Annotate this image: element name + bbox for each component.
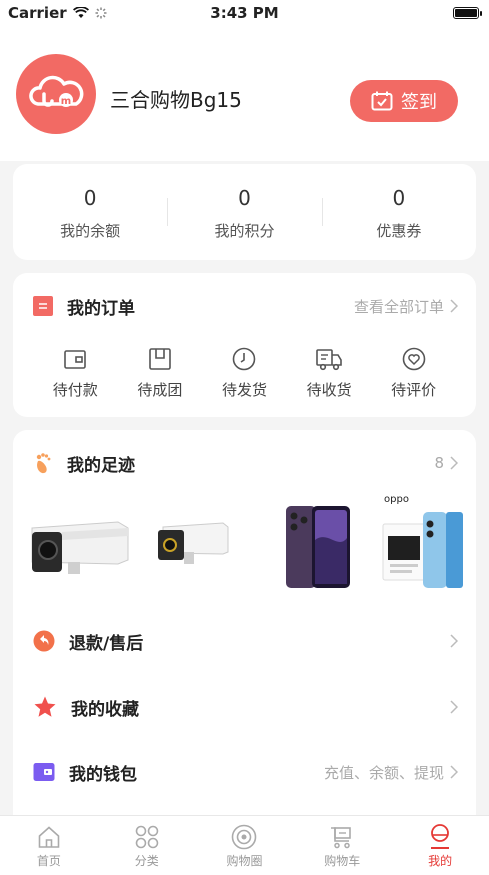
grid-icon (135, 825, 158, 849)
stat-balance[interactable]: 0 我的余额 (13, 164, 167, 260)
menu-refund[interactable]: 退款/售后 (33, 626, 458, 656)
order-pending-shipment[interactable]: 待发货 (209, 345, 279, 400)
product-thumbnails: oppo (31, 494, 463, 588)
order-status-row: 待付款 待成团 待发货 待收货 待评价 (13, 345, 476, 400)
footprint-products: oppo (18, 490, 463, 600)
chevron-right-icon (450, 765, 458, 779)
orders-header[interactable]: 我的订单 查看全部订单 (33, 293, 458, 319)
tab-label: 购物圈 (226, 854, 263, 868)
footprints-count: 8 (434, 454, 444, 472)
stat-label: 优惠券 (376, 222, 422, 240)
tab-label: 我的 (428, 854, 453, 868)
status-time: 3:43 PM (210, 4, 279, 22)
orders-title: 我的订单 (67, 298, 135, 319)
tab-category[interactable]: 分类 (98, 816, 196, 875)
checkin-button[interactable]: 签到 (350, 80, 458, 122)
order-item-label: 待收货 (306, 381, 352, 399)
footprints-title: 我的足迹 (67, 455, 135, 476)
menu-item-extra (444, 700, 458, 714)
stat-points[interactable]: 0 我的积分 (167, 164, 321, 260)
refund-icon (33, 630, 55, 652)
star-icon (34, 696, 56, 717)
order-pending-receipt[interactable]: 待收货 (294, 345, 364, 400)
menu-item-title: 我的收藏 (71, 699, 139, 720)
order-item-label: 待成团 (137, 381, 183, 399)
product-thumb-oppo-phone[interactable]: oppo (382, 494, 463, 588)
calendar-check-icon (371, 91, 393, 111)
tab-bar: 首页 分类 购物圈 购物车 我的 (0, 815, 489, 875)
clock-icon (233, 347, 256, 371)
username: 三合购物Bg15 (110, 88, 242, 112)
tab-cart[interactable]: 购物车 (293, 816, 391, 875)
brand-text: oppo (384, 494, 409, 505)
checkin-label: 签到 (401, 92, 437, 113)
tab-shopping-circle[interactable]: 购物圈 (196, 816, 294, 875)
stat-value: 0 (83, 186, 97, 210)
order-list-icon (33, 296, 53, 316)
stat-value: 0 (392, 186, 406, 210)
home-icon (38, 826, 60, 848)
stat-label: 我的积分 (214, 222, 275, 240)
product-thumb-phone[interactable] (286, 506, 350, 588)
menu-item-title: 退款/售后 (69, 633, 144, 654)
chevron-right-icon (450, 700, 458, 714)
chevron-right-icon (450, 456, 458, 470)
truck-icon (316, 349, 342, 371)
profile-icon (431, 824, 450, 849)
menu-item-extra-text: 充值、余额、提现 (323, 763, 444, 782)
stat-value: 0 (238, 186, 251, 210)
menu-favorites[interactable]: 我的收藏 (33, 692, 458, 722)
tab-label: 分类 (134, 854, 159, 868)
tab-home[interactable]: 首页 (0, 816, 98, 875)
orders-card: 我的订单 查看全部订单 待付款 待成团 待发货 待收货 待评价 (13, 273, 476, 417)
wallet-purple-icon (33, 763, 55, 781)
circle-icon (232, 824, 257, 850)
menu-item-extra: 充值、余额、提现 (324, 762, 458, 783)
order-item-label: 待评价 (391, 381, 437, 399)
footprints-header[interactable]: 我的足迹 8 (33, 450, 458, 476)
product-thumb-bullet-camera[interactable] (158, 522, 229, 564)
cloud-logo-icon: m (29, 75, 84, 107)
chevron-right-icon (450, 299, 458, 313)
order-item-label: 待付款 (52, 381, 98, 399)
view-all-orders-link[interactable]: 查看全部订单 (354, 296, 458, 317)
footprint-icon (36, 453, 51, 474)
box-icon (149, 348, 171, 370)
tab-label: 购物车 (324, 854, 361, 868)
order-item-label: 待发货 (221, 381, 267, 399)
view-all-orders-label: 查看全部订单 (353, 297, 444, 316)
stat-label: 我的余额 (60, 222, 121, 240)
tab-label: 首页 (36, 854, 61, 868)
wallet-icon (64, 350, 87, 369)
avatar[interactable]: m (16, 54, 96, 134)
stats-card: 0 我的余额 0 我的积分 0 优惠券 (13, 164, 476, 260)
order-pending-payment[interactable]: 待付款 (40, 345, 110, 400)
footprints-count-link[interactable]: 8 (434, 454, 458, 472)
battery-icon (453, 7, 482, 19)
stat-coupons[interactable]: 0 优惠券 (321, 164, 476, 260)
tab-mine[interactable]: 我的 (391, 816, 489, 875)
menu-wallet[interactable]: 我的钱包 充值、余额、提现 (33, 757, 458, 787)
cart-icon (331, 827, 352, 849)
heart-icon (402, 347, 425, 371)
product-thumb-bullet-camera[interactable] (31, 521, 129, 574)
chevron-right-icon (450, 634, 458, 648)
order-pending-review[interactable]: 待评价 (379, 345, 449, 400)
menu-item-title: 我的钱包 (69, 764, 137, 785)
status-bar: Carrier 3:43 PM (0, 0, 489, 26)
svg-text:m: m (61, 96, 71, 107)
order-pending-group[interactable]: 待成团 (125, 345, 195, 400)
menu-item-extra (444, 634, 458, 648)
